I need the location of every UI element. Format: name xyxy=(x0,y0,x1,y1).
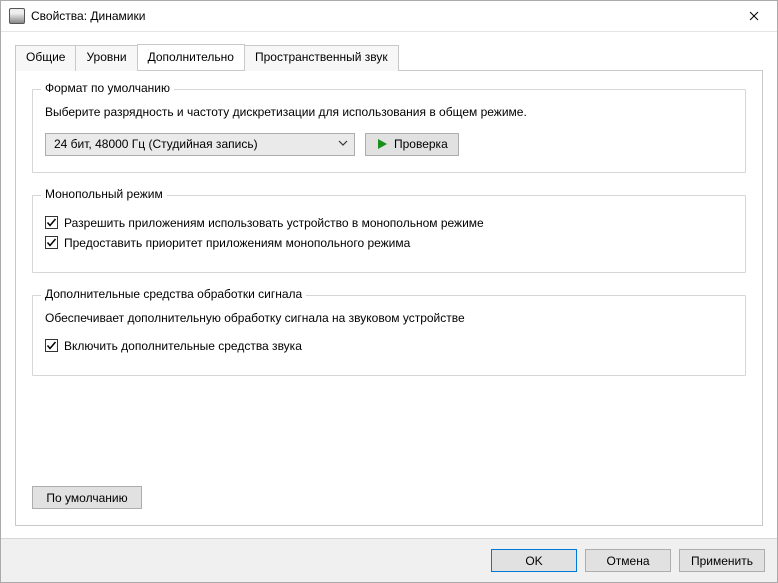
tab-strip: Общие Уровни Дополнительно Пространствен… xyxy=(15,44,763,70)
window-title: Свойства: Динамики xyxy=(31,9,145,23)
tab-advanced[interactable]: Дополнительно xyxy=(137,44,245,70)
title-bar: Свойства: Динамики xyxy=(1,1,777,32)
checkbox-label: Разрешить приложениям использовать устро… xyxy=(64,216,484,230)
checkbox-enable-enhancements[interactable]: Включить дополнительные средства звука xyxy=(45,339,733,353)
restore-defaults-button[interactable]: По умолчанию xyxy=(32,486,142,509)
tab-spatial[interactable]: Пространственный звук xyxy=(244,45,399,71)
checkbox-label: Включить дополнительные средства звука xyxy=(64,339,302,353)
checkbox-label: Предоставить приоритет приложениям моноп… xyxy=(64,236,410,250)
default-format-description: Выберите разрядность и частоту дискретиз… xyxy=(45,104,733,121)
tab-general[interactable]: Общие xyxy=(15,45,76,71)
checkbox-exclusive-priority[interactable]: Предоставить приоритет приложениям моноп… xyxy=(45,236,733,250)
checkbox-box xyxy=(45,216,58,229)
play-icon xyxy=(376,138,388,150)
test-button-label: Проверка xyxy=(394,137,448,151)
cancel-label: Отмена xyxy=(606,554,649,568)
test-button[interactable]: Проверка xyxy=(365,133,459,156)
restore-defaults-label: По умолчанию xyxy=(46,491,127,505)
client-area: Общие Уровни Дополнительно Пространствен… xyxy=(1,32,777,538)
default-format-value: 24 бит, 48000 Гц (Студийная запись) xyxy=(54,137,258,151)
tab-levels[interactable]: Уровни xyxy=(75,45,137,71)
group-exclusive-mode: Монопольный режим Разрешить приложениям … xyxy=(32,195,746,273)
ok-button[interactable]: OK xyxy=(491,549,577,572)
cancel-button[interactable]: Отмена xyxy=(585,549,671,572)
ok-label: OK xyxy=(525,554,542,568)
speaker-icon xyxy=(9,8,25,24)
close-button[interactable] xyxy=(731,1,777,31)
apply-label: Применить xyxy=(691,554,753,568)
group-signal-enhancements: Дополнительные средства обработки сигнал… xyxy=(32,295,746,376)
enhance-description: Обеспечивает дополнительную обработку си… xyxy=(45,310,733,327)
check-icon xyxy=(46,340,57,351)
group-legend-enhance: Дополнительные средства обработки сигнал… xyxy=(41,287,306,301)
apply-button[interactable]: Применить xyxy=(679,549,765,572)
check-icon xyxy=(46,217,57,228)
checkbox-box xyxy=(45,236,58,249)
checkbox-box xyxy=(45,339,58,352)
dialog-footer: OK Отмена Применить xyxy=(1,538,777,582)
group-legend-exclusive: Монопольный режим xyxy=(41,187,167,201)
default-format-combo[interactable]: 24 бит, 48000 Гц (Студийная запись) xyxy=(45,133,355,156)
checkbox-allow-exclusive[interactable]: Разрешить приложениям использовать устро… xyxy=(45,216,733,230)
group-default-format: Формат по умолчанию Выберите разрядность… xyxy=(32,89,746,173)
tab-page-advanced: Формат по умолчанию Выберите разрядность… xyxy=(15,70,763,526)
chevron-down-icon xyxy=(338,137,348,151)
close-icon xyxy=(749,11,759,21)
group-legend-default-format: Формат по умолчанию xyxy=(41,81,174,95)
check-icon xyxy=(46,237,57,248)
